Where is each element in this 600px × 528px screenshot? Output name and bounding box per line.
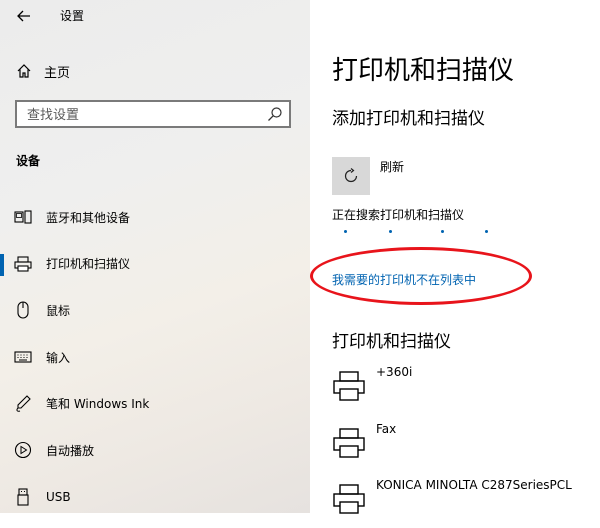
mouse-icon [14, 301, 32, 320]
page-title: 打印机和扫描仪 [332, 56, 515, 86]
main-content: 打印机和扫描仪 添加打印机和扫描仪 刷新 正在搜索打印机和扫描仪 我需要的打印机… [310, 0, 600, 514]
printer-name: KONICA MINOLTA C287SeriesPCL [376, 478, 572, 492]
back-button[interactable] [10, 4, 38, 28]
sidebar-item-autoplay[interactable]: 自动播放 [0, 427, 310, 474]
printers-section-title: 打印机和扫描仪 [332, 332, 451, 352]
home-icon [17, 64, 31, 78]
search-icon [268, 107, 282, 121]
bluetooth-devices-icon [14, 208, 32, 226]
progress-dot [389, 230, 392, 233]
sidebar-item-label: 鼠标 [46, 303, 71, 318]
sidebar-item-label: 笔和 Windows Ink [46, 397, 150, 412]
refresh-button[interactable] [332, 157, 370, 195]
sidebar-item-printers[interactable]: 打印机和扫描仪 [0, 241, 310, 288]
progress-dot [344, 230, 347, 233]
sidebar-item-pen[interactable]: 笔和 Windows Ink [0, 380, 310, 427]
settings-sidebar: 设置 主页 设备 蓝牙和其他设备 [0, 0, 310, 513]
progress-dot [485, 230, 488, 233]
printer-item[interactable]: +360i [332, 365, 600, 415]
printer-name: +360i [376, 365, 413, 379]
active-indicator [0, 253, 4, 276]
sidebar-item-label: 输入 [46, 350, 71, 365]
section-label-devices: 设备 [16, 154, 41, 168]
sidebar-item-bluetooth[interactable]: 蓝牙和其他设备 [0, 194, 310, 241]
usb-icon [14, 488, 32, 506]
autoplay-icon [14, 441, 32, 459]
printer-icon [333, 484, 365, 514]
sidebar-item-label: 蓝牙和其他设备 [46, 210, 131, 225]
search-box[interactable] [15, 100, 291, 128]
sidebar-item-home[interactable]: 主页 [16, 60, 70, 82]
printer-not-listed-link[interactable]: 我需要的打印机不在列表中 [332, 271, 476, 288]
search-input[interactable] [25, 105, 269, 125]
progress-dot [441, 230, 444, 233]
sidebar-item-label: 自动播放 [46, 443, 95, 458]
refresh-icon [344, 168, 358, 183]
arrow-left-icon [17, 10, 30, 22]
sidebar-nav: 蓝牙和其他设备 打印机和扫描仪 鼠标 输入 笔和 Windows Ink 自动播… [0, 194, 310, 513]
keyboard-icon [14, 348, 32, 366]
printer-icon [14, 255, 32, 273]
home-label: 主页 [44, 65, 71, 81]
pen-icon [14, 394, 32, 413]
sidebar-item-typing[interactable]: 输入 [0, 334, 310, 381]
sidebar-item-mouse[interactable]: 鼠标 [0, 287, 310, 334]
printer-icon [333, 428, 365, 458]
printer-item[interactable]: Fax [332, 422, 600, 472]
printer-item[interactable]: KONICA MINOLTA C287SeriesPCL [332, 478, 600, 528]
printer-icon [333, 371, 365, 401]
printer-name: Fax [376, 422, 397, 436]
window-title: 设置 [60, 9, 85, 23]
searching-status: 正在搜索打印机和扫描仪 [332, 208, 465, 222]
add-printer-section-title: 添加打印机和扫描仪 [332, 109, 485, 129]
sidebar-item-label: 打印机和扫描仪 [46, 257, 131, 272]
sidebar-item-usb[interactable]: USB [0, 474, 310, 513]
sidebar-item-label: USB [46, 489, 71, 504]
refresh-label[interactable]: 刷新 [380, 158, 404, 175]
